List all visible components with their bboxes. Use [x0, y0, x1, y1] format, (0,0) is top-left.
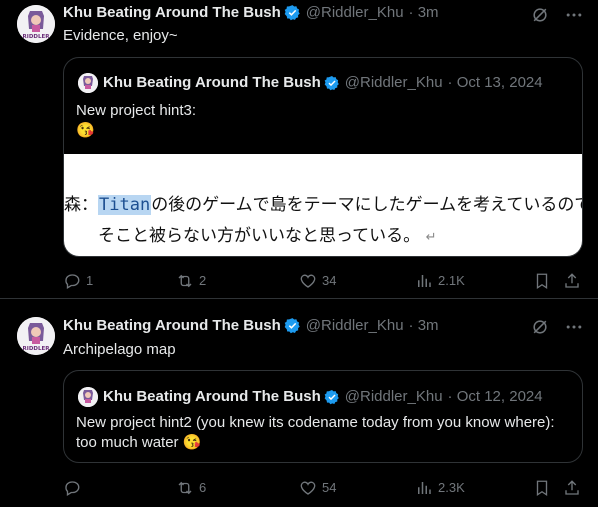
quoted-tweet[interactable]: Khu Beating Around The Bush @Riddler_Khu…: [63, 370, 583, 463]
share-button[interactable]: [563, 479, 581, 497]
avatar[interactable]: RIDDLER: [17, 5, 55, 43]
repost-count: 6: [199, 480, 207, 495]
repost-icon: [178, 481, 192, 495]
like-count: 54: [322, 480, 337, 495]
view-count: 2.1K: [438, 273, 465, 288]
like-icon: [300, 481, 316, 495]
emoji: 😘: [182, 434, 202, 451]
share-button[interactable]: [563, 272, 581, 290]
repost-icon: [178, 274, 192, 288]
quoted-text-line: New project hint2 (you knew its codename…: [76, 414, 555, 431]
like-icon: [300, 274, 316, 288]
repost-button[interactable]: 2: [176, 272, 206, 290]
like-count: 34: [322, 273, 337, 288]
author-name[interactable]: Khu Beating Around The Bush: [63, 4, 281, 21]
quoted-date: · Oct 13, 2024: [447, 74, 543, 91]
verified-badge-icon: [284, 4, 301, 21]
bookmark-icon: [536, 480, 548, 497]
tweet-text: Evidence, enjoy~: [63, 27, 178, 44]
image-highlight: Titan: [98, 195, 152, 215]
bookmark-button[interactable]: [533, 479, 551, 497]
repost-count: 2: [199, 273, 207, 288]
author-handle[interactable]: @Riddler_Khu: [306, 4, 404, 21]
quoted-handle: @Riddler_Khu: [344, 74, 443, 91]
quoted-author-name: Khu Beating Around The Bush: [103, 388, 321, 405]
more-icon[interactable]: [564, 5, 584, 30]
author-name[interactable]: Khu Beating Around The Bush: [63, 317, 281, 334]
verified-badge-icon: [284, 317, 301, 334]
grok-icon[interactable]: [530, 5, 550, 30]
reply-icon: [65, 481, 80, 496]
tweet[interactable]: RIDDLER Khu Beating Around The Bush @Rid…: [0, 0, 598, 299]
tweet-header: Khu Beating Around The Bush @Riddler_Khu…: [63, 4, 439, 21]
image-text-line-2: そこと被らない方がいいなと思っている。 ↵: [98, 221, 436, 246]
svg-text:RIDDLER: RIDDLER: [23, 34, 51, 40]
image-line2: そこと被らない方がいいなと思っている。: [98, 226, 421, 246]
quoted-tweet[interactable]: Khu Beating Around The Bush @Riddler_Khu…: [63, 57, 583, 257]
share-icon: [565, 273, 579, 288]
like-button[interactable]: 54: [299, 479, 336, 497]
bookmark-icon: [536, 273, 548, 290]
views-icon: [418, 482, 431, 494]
return-mark: ↵: [425, 230, 437, 245]
quoted-author-name: Khu Beating Around The Bush: [103, 74, 321, 91]
views-button[interactable]: 2.3K: [415, 479, 465, 497]
like-button[interactable]: 34: [299, 272, 336, 290]
quoted-text: New project hint2 (you knew its codename…: [76, 413, 576, 453]
views-button[interactable]: 2.1K: [415, 272, 465, 290]
timestamp[interactable]: · 3m: [409, 4, 439, 21]
timestamp[interactable]: · 3m: [409, 317, 439, 334]
image-text-line-1: 森：Titanの後のゲームで島をテーマにしたゲームを考えているので: [64, 190, 582, 215]
quoted-text-line: too much water: [76, 434, 179, 451]
quoted-handle: @Riddler_Khu: [344, 388, 443, 405]
svg-text:RIDDLER: RIDDLER: [23, 346, 51, 352]
avatar[interactable]: RIDDLER: [17, 317, 55, 355]
quoted-text-line: New project hint3:: [76, 102, 197, 119]
author-handle[interactable]: @Riddler_Khu: [306, 317, 404, 334]
image-speaker: 森：: [64, 195, 98, 215]
reply-count: 1: [86, 273, 94, 288]
grok-icon[interactable]: [530, 317, 550, 342]
tweet-header: Khu Beating Around The Bush @Riddler_Khu…: [63, 317, 439, 334]
view-count: 2.3K: [438, 480, 465, 495]
action-bar: 1 2 34 2.1K: [63, 272, 583, 292]
repost-button[interactable]: 6: [176, 479, 206, 497]
action-bar: 6 54 2.3K: [63, 479, 583, 499]
verified-badge-icon: [324, 389, 340, 405]
tweet[interactable]: RIDDLER Khu Beating Around The Bush @Rid…: [0, 311, 598, 507]
quoted-image[interactable]: 森：Titanの後のゲームで島をテーマにしたゲームを考えているので そこと被らな…: [64, 154, 582, 256]
verified-badge-icon: [324, 75, 340, 91]
quoted-text: New project hint3: 😘: [76, 101, 196, 141]
more-icon[interactable]: [564, 317, 584, 342]
share-icon: [565, 480, 579, 495]
tweet-text: Archipelago map: [63, 341, 176, 358]
reply-button[interactable]: [63, 479, 86, 497]
emoji: 😘: [76, 122, 95, 139]
reply-button[interactable]: 1: [63, 272, 93, 290]
views-icon: [418, 275, 431, 287]
bookmark-button[interactable]: [533, 272, 551, 290]
quoted-date: · Oct 12, 2024: [447, 388, 543, 405]
reply-icon: [65, 274, 80, 289]
image-line1-rest: の後のゲームで島をテーマにしたゲームを考えているので: [151, 195, 582, 215]
